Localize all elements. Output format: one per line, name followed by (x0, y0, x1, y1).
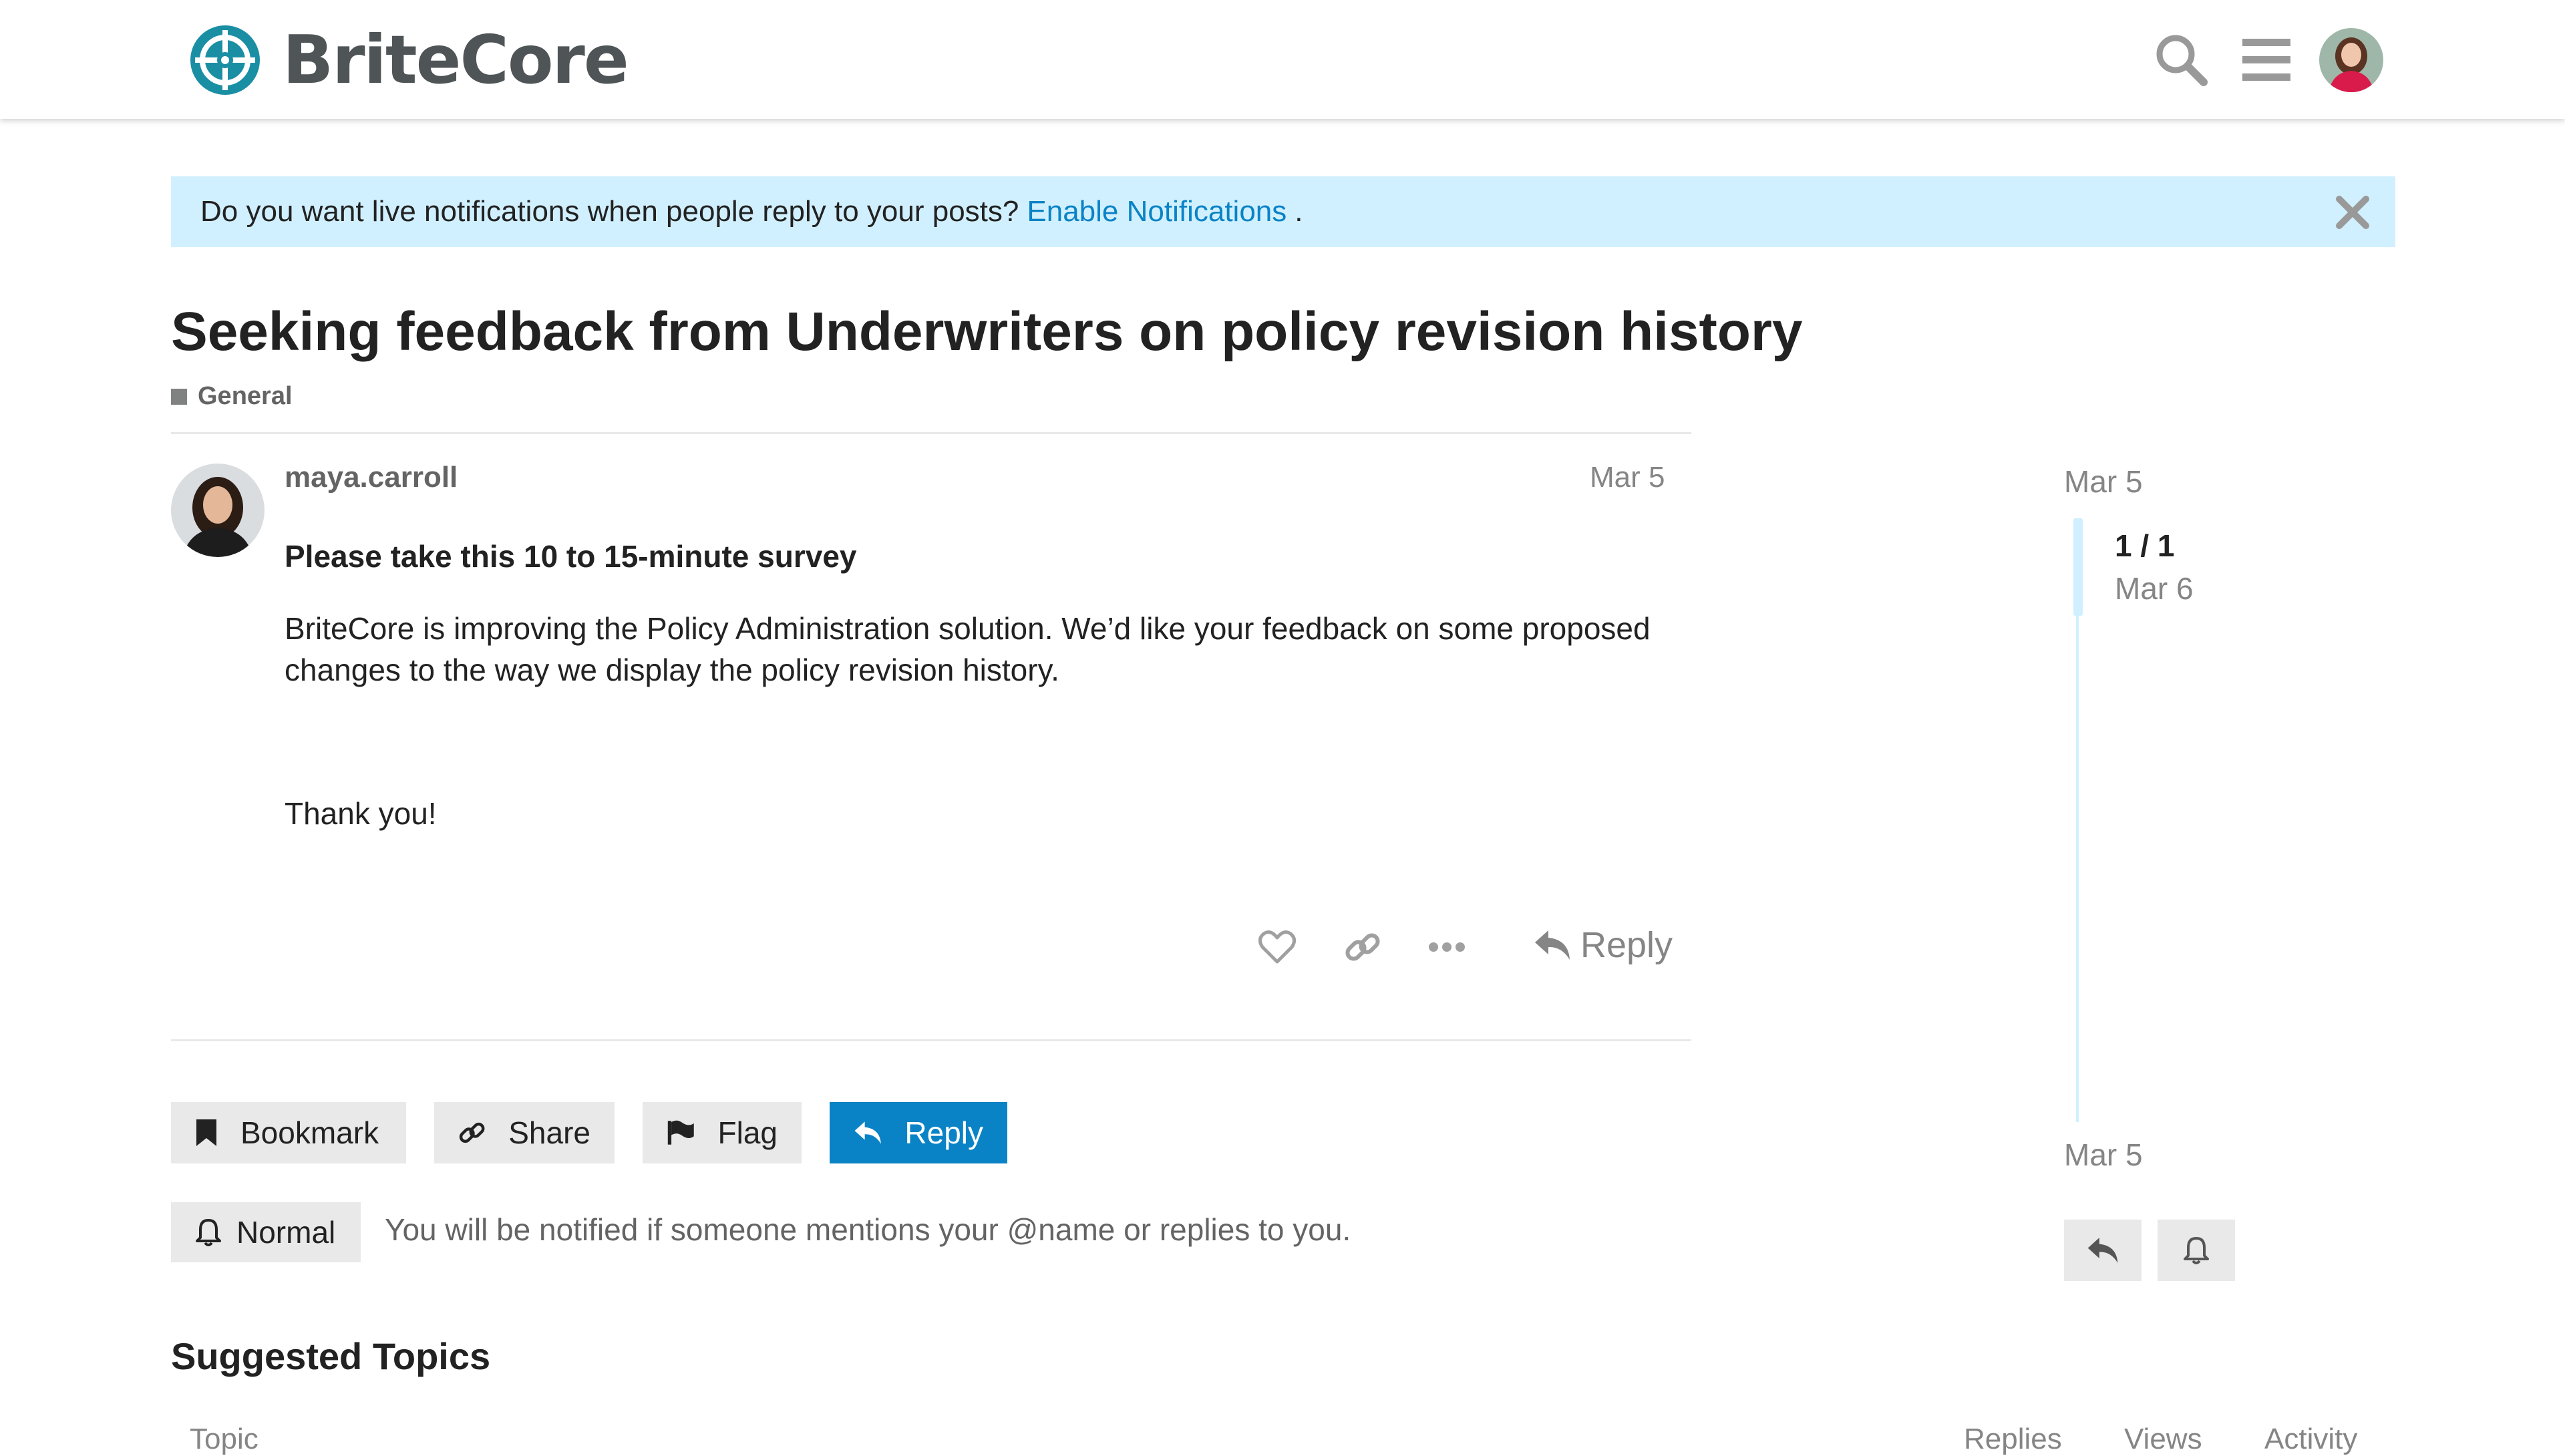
search-icon[interactable] (2151, 29, 2211, 89)
reply-arrow-icon (854, 1121, 881, 1144)
link-icon[interactable] (1341, 926, 1384, 968)
post-author-name[interactable]: maya.carroll (285, 461, 458, 494)
column-header-replies[interactable]: Replies (1964, 1423, 2062, 1456)
bell-icon (2184, 1237, 2209, 1264)
flag-button[interactable]: Flag (643, 1102, 802, 1163)
post-date[interactable]: Mar 5 (1590, 461, 1665, 494)
flag-icon (667, 1120, 694, 1145)
notification-description: You will be notified if someone mentions… (385, 1212, 1351, 1247)
notification-level-button[interactable]: Normal (171, 1202, 361, 1262)
timeline-notification-button[interactable] (2158, 1220, 2235, 1281)
timeline-end-date[interactable]: Mar 5 (2064, 1137, 2143, 1173)
banner-suffix: . (1295, 195, 1303, 228)
post-divider-top (171, 432, 1691, 434)
like-heart-icon[interactable] (1256, 926, 1299, 968)
post-reply-button[interactable]: Reply (1534, 924, 1673, 966)
compass-logo-icon (182, 23, 268, 97)
bookmark-icon (196, 1119, 216, 1146)
bookmark-button[interactable]: Bookmark (171, 1102, 406, 1163)
close-icon[interactable] (2335, 195, 2370, 230)
share-label: Share (508, 1115, 590, 1150)
hamburger-menu-icon[interactable] (2236, 29, 2296, 89)
notification-banner: Do you want live notifications when peop… (171, 176, 2395, 247)
timeline-position: 1 / 1 (2115, 528, 2175, 563)
reply-label: Reply (904, 1115, 983, 1150)
post-paragraph: BriteCore is improving the Policy Admini… (285, 611, 1651, 687)
column-header-views[interactable]: Views (2124, 1423, 2202, 1456)
category-badge[interactable]: General (171, 382, 293, 411)
timeline-start-date[interactable]: Mar 5 (2064, 464, 2143, 500)
category-color-square (171, 388, 187, 405)
suggested-topics-heading: Suggested Topics (171, 1335, 491, 1377)
topic-title[interactable]: Seeking feedback from Underwriters on po… (171, 301, 1802, 362)
more-options-icon[interactable] (1425, 926, 1468, 968)
reply-arrow-icon (1535, 930, 1570, 960)
banner-text: Do you want live notifications when peop… (200, 195, 1019, 228)
post-closing: Thank you! (285, 796, 437, 831)
link-icon (459, 1122, 485, 1143)
share-button[interactable]: Share (434, 1102, 615, 1163)
reply-button[interactable]: Reply (830, 1102, 1007, 1163)
user-avatar[interactable] (2319, 28, 2383, 92)
britecore-logo[interactable]: BriteCore (182, 21, 629, 99)
post-heading: Please take this 10 to 15-minute survey (285, 539, 857, 574)
timeline-reply-button[interactable] (2064, 1220, 2142, 1281)
bell-icon (196, 1219, 221, 1246)
notification-level-label: Normal (236, 1215, 336, 1250)
enable-notifications-link[interactable]: Enable Notifications (1027, 195, 1287, 228)
post-actions: Reply (1256, 920, 1683, 974)
timeline-position-date: Mar 6 (2115, 571, 2194, 606)
column-header-topic[interactable]: Topic (190, 1423, 259, 1456)
author-avatar[interactable] (171, 464, 265, 557)
column-header-activity[interactable]: Activity (2264, 1423, 2357, 1456)
bookmark-label: Bookmark (240, 1115, 379, 1150)
reply-arrow-icon (2087, 1238, 2118, 1263)
flag-label: Flag (717, 1115, 778, 1150)
category-label: General (198, 382, 293, 410)
post-divider-bottom (171, 1039, 1691, 1041)
post-reply-label: Reply (1580, 925, 1673, 965)
brand-name: BriteCore (283, 21, 629, 99)
timeline-handle[interactable] (2073, 518, 2083, 616)
site-header: BriteCore (0, 0, 2565, 119)
